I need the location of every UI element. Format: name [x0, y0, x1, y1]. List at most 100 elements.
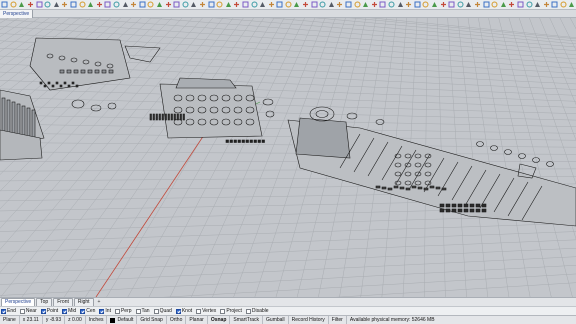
select-all-icon[interactable]	[233, 1, 241, 9]
arc-icon[interactable]	[328, 1, 336, 9]
osnap-mid[interactable]: Mid	[62, 308, 76, 314]
smarttrack-toggle[interactable]: SmartTrack	[230, 316, 264, 324]
scale-icon[interactable]	[456, 1, 464, 9]
osnap-checkbox[interactable]	[196, 308, 202, 314]
perspective-viewport[interactable]	[0, 18, 576, 297]
osnap-end[interactable]: End	[1, 308, 16, 314]
help-icon[interactable]	[568, 1, 576, 9]
box-icon[interactable]	[388, 1, 396, 9]
color-icon[interactable]	[276, 1, 284, 9]
cut-icon[interactable]	[44, 1, 52, 9]
rotate-icon[interactable]	[448, 1, 456, 9]
set-view-icon[interactable]	[164, 1, 172, 9]
grid-snap-toggle[interactable]: Grid Snap	[137, 316, 167, 324]
osnap-checkbox[interactable]	[19, 308, 25, 314]
osnap-cen[interactable]: Cen	[80, 308, 95, 314]
redo-icon[interactable]	[78, 1, 86, 9]
materials-icon[interactable]	[207, 1, 215, 9]
show-icon[interactable]	[250, 1, 258, 9]
boolean-icon[interactable]	[414, 1, 422, 9]
curve-icon[interactable]	[310, 1, 318, 9]
osnap-checkbox[interactable]	[220, 308, 226, 314]
status-layer[interactable]: Default	[107, 316, 138, 324]
array-icon[interactable]	[474, 1, 482, 9]
viewport-layout-icon[interactable]	[156, 1, 164, 9]
copy-obj-icon[interactable]	[439, 1, 447, 9]
osnap-project[interactable]: Project	[220, 308, 242, 314]
gumball-toggle[interactable]: Gumball	[263, 316, 289, 324]
pointcloud-icon[interactable]	[285, 1, 293, 9]
analyze-icon[interactable]	[560, 1, 568, 9]
circle-icon[interactable]	[319, 1, 327, 9]
osnap-quad[interactable]: Quad	[153, 308, 172, 314]
osnap-checkbox[interactable]	[80, 308, 86, 314]
new-file-icon[interactable]	[1, 1, 9, 9]
osnap-perp[interactable]: Perp	[114, 308, 132, 314]
text-icon[interactable]	[534, 1, 542, 9]
lock-icon[interactable]	[259, 1, 267, 9]
explode-icon[interactable]	[491, 1, 499, 9]
hide-icon[interactable]	[242, 1, 250, 9]
sphere-icon[interactable]	[396, 1, 404, 9]
osnap-vertex[interactable]: Vertex	[196, 308, 216, 314]
zoom-icon[interactable]	[104, 1, 112, 9]
dimension-icon[interactable]	[525, 1, 533, 9]
osnap-near[interactable]: Near	[19, 308, 37, 314]
osnap-checkbox[interactable]	[245, 308, 251, 314]
trim-icon[interactable]	[499, 1, 507, 9]
rendered-icon[interactable]	[181, 1, 189, 9]
open-file-icon[interactable]	[10, 1, 18, 9]
split-icon[interactable]	[508, 1, 516, 9]
osnap-checkbox[interactable]	[153, 308, 159, 314]
osnap-checkbox[interactable]	[40, 308, 46, 314]
point-icon[interactable]	[362, 1, 370, 9]
rotate-view-icon[interactable]	[96, 1, 104, 9]
cylinder-icon[interactable]	[405, 1, 413, 9]
polygon-icon[interactable]	[353, 1, 361, 9]
shade-icon[interactable]	[173, 1, 181, 9]
zoom-window-icon[interactable]	[113, 1, 121, 9]
status-units[interactable]: Inches	[86, 316, 108, 324]
ellipse-icon[interactable]	[345, 1, 353, 9]
ortho-toggle[interactable]: Ortho	[167, 316, 187, 324]
import-icon[interactable]	[35, 1, 43, 9]
mirror-icon[interactable]	[465, 1, 473, 9]
osnap-checkbox[interactable]	[62, 308, 68, 314]
lights-icon[interactable]	[199, 1, 207, 9]
osnap-int[interactable]: Int	[99, 308, 111, 314]
add-viewport-tab-button[interactable]: +	[95, 299, 104, 306]
render-icon[interactable]	[190, 1, 198, 9]
osnap-checkbox[interactable]	[175, 308, 181, 314]
line-icon[interactable]	[293, 1, 301, 9]
zoom-selected-icon[interactable]	[130, 1, 138, 9]
copy-icon[interactable]	[53, 1, 61, 9]
osnap-toggle[interactable]: Osnap	[208, 316, 231, 324]
filter-toggle[interactable]: Filter	[329, 316, 347, 324]
planar-toggle[interactable]: Planar	[186, 316, 208, 324]
osnap-checkbox[interactable]	[135, 308, 141, 314]
record-history-toggle[interactable]: Record History	[289, 316, 329, 324]
osnap-checkbox[interactable]	[1, 308, 6, 314]
undo-icon[interactable]	[70, 1, 78, 9]
viewport-title-perspective[interactable]: Perspective	[0, 10, 34, 18]
osnap-tan[interactable]: Tan	[135, 308, 150, 314]
rectangle-icon[interactable]	[336, 1, 344, 9]
print-icon[interactable]	[27, 1, 35, 9]
unlock-icon[interactable]	[267, 1, 275, 9]
fillet-icon[interactable]	[422, 1, 430, 9]
polyline-icon[interactable]	[302, 1, 310, 9]
osnap-disable[interactable]: Disable	[245, 308, 269, 314]
layer-icon[interactable]	[216, 1, 224, 9]
osnap-knot[interactable]: Knot	[175, 308, 192, 314]
offset-icon[interactable]	[517, 1, 525, 9]
osnap-checkbox[interactable]	[99, 308, 105, 314]
osnap-point[interactable]: Point	[40, 308, 58, 314]
properties-icon[interactable]	[224, 1, 232, 9]
zoom-extents-icon[interactable]	[121, 1, 129, 9]
save-file-icon[interactable]	[18, 1, 26, 9]
pan-icon[interactable]	[87, 1, 95, 9]
named-view-icon[interactable]	[147, 1, 155, 9]
block-icon[interactable]	[551, 1, 559, 9]
osnap-checkbox[interactable]	[114, 308, 120, 314]
extrude-icon[interactable]	[379, 1, 387, 9]
